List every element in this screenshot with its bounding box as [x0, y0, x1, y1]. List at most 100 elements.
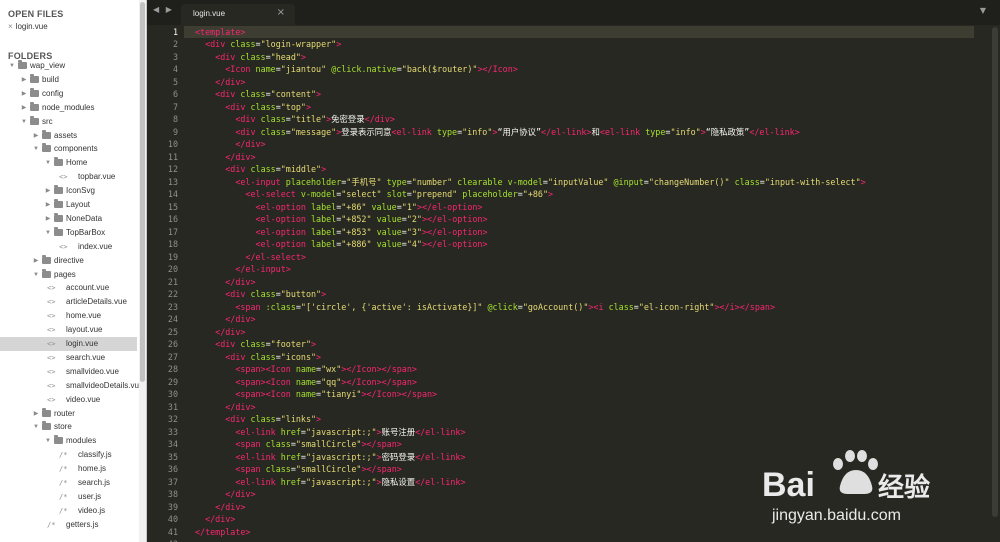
code-line[interactable]: </div>	[195, 513, 235, 526]
code-line[interactable]: </template>	[195, 526, 250, 539]
expanded-arrow-icon[interactable]: ▼	[32, 268, 40, 282]
code-line[interactable]: <el-option label="+853" value="3"></el-o…	[195, 226, 488, 239]
file-item-getters-js[interactable]: /* getters.js	[0, 518, 137, 532]
code-area[interactable]: <template> <div class="login-wrapper"> <…	[195, 25, 985, 542]
code-line[interactable]: </div>	[195, 138, 265, 151]
collapsed-arrow-icon[interactable]: ▶	[44, 198, 52, 212]
code-line[interactable]: <div class="links">	[195, 413, 321, 426]
collapsed-arrow-icon[interactable]: ▶	[20, 101, 28, 115]
file-item-articledetails-vue[interactable]: <> articleDetails.vue	[0, 295, 137, 309]
code-line[interactable]: <span class="smallCircle"></span>	[195, 463, 401, 476]
code-line[interactable]: </div>	[195, 151, 255, 164]
tab-dropdown-icon[interactable]: ▼	[980, 6, 986, 15]
code-line[interactable]: </div>	[195, 501, 245, 514]
file-item-home-vue[interactable]: <> home.vue	[0, 309, 137, 323]
code-line[interactable]: <el-link href="javascript:;">隐私设置</el-li…	[195, 476, 465, 489]
folder-item-router[interactable]: ▶ router	[0, 407, 137, 421]
folder-item-nonedata[interactable]: ▶ NoneData	[0, 212, 137, 226]
code-line[interactable]: <div class="login-wrapper">	[195, 38, 341, 51]
code-line[interactable]: <div class="title">免密登录</div>	[195, 113, 395, 126]
tab-nav-arrows[interactable]: ◀ ▶	[153, 5, 174, 14]
code-line[interactable]: </el-input>	[195, 263, 290, 276]
code-line[interactable]: <div class="message">登录表示同意<el-link type…	[195, 126, 799, 139]
collapsed-arrow-icon[interactable]: ▶	[32, 254, 40, 268]
folder-item-config[interactable]: ▶ config	[0, 87, 137, 101]
folder-item-node-modules[interactable]: ▶ node_modules	[0, 101, 137, 115]
code-line[interactable]: <span><Icon name="tianyi"></Icon></span>	[195, 388, 437, 401]
expanded-arrow-icon[interactable]: ▼	[32, 142, 40, 156]
expanded-arrow-icon[interactable]: ▼	[44, 156, 52, 170]
expanded-arrow-icon[interactable]: ▼	[44, 226, 52, 240]
code-line[interactable]: </div>	[195, 276, 255, 289]
expanded-arrow-icon[interactable]: ▼	[20, 115, 28, 129]
code-line[interactable]: <el-link href="javascript:;">账号注册</el-li…	[195, 426, 465, 439]
code-line[interactable]: <el-option label="+86" value="1"></el-op…	[195, 201, 483, 214]
collapsed-arrow-icon[interactable]: ▶	[20, 87, 28, 101]
collapsed-arrow-icon[interactable]: ▶	[32, 129, 40, 143]
file-item-video-js[interactable]: /* video.js	[0, 504, 137, 518]
tab-close-icon[interactable]: ×	[277, 7, 285, 18]
code-line[interactable]: </div>	[195, 76, 245, 89]
open-file-item[interactable]: × login.vue	[8, 22, 48, 31]
expanded-arrow-icon[interactable]: ▼	[8, 59, 16, 73]
code-line[interactable]: <div class="middle">	[195, 163, 326, 176]
code-line[interactable]: <el-select v-model="select" slot="prepen…	[195, 188, 553, 201]
tab-login-vue[interactable]: login.vue ×	[181, 4, 295, 25]
file-item-search-js[interactable]: /* search.js	[0, 476, 137, 490]
file-item-index-vue[interactable]: <> index.vue	[0, 240, 137, 254]
code-line[interactable]: <span class="smallCircle"></span>	[195, 438, 401, 451]
folder-item-src[interactable]: ▼ src	[0, 115, 137, 129]
code-line[interactable]: <span><Icon name="wx"></Icon></span>	[195, 363, 417, 376]
folder-item-iconsvg[interactable]: ▶ IconSvg	[0, 184, 137, 198]
file-item-layout-vue[interactable]: <> layout.vue	[0, 323, 137, 337]
folder-item-wap-view[interactable]: ▼ wap_view	[0, 59, 137, 73]
code-line[interactable]: </el-select>	[195, 251, 306, 264]
expanded-arrow-icon[interactable]: ▼	[32, 420, 40, 434]
code-line[interactable]: <div class="button">	[195, 288, 326, 301]
code-line[interactable]: <el-link href="javascript:;">密码登录</el-li…	[195, 451, 465, 464]
code-line[interactable]: <span :class="['circle', {'active': isAc…	[195, 301, 775, 314]
file-item-smallvideo-vue[interactable]: <> smallvideo.vue	[0, 365, 137, 379]
file-item-smallvideodetails-vue[interactable]: <> smallvideoDetails.vue	[0, 379, 143, 393]
file-item-search-vue[interactable]: <> search.vue	[0, 351, 137, 365]
code-line[interactable]: <span><Icon name="qq"></Icon></span>	[195, 376, 417, 389]
code-line[interactable]: <div class="content">	[195, 88, 321, 101]
code-line[interactable]: <el-option label="+886" value="4"></el-o…	[195, 238, 488, 251]
file-item-home-js[interactable]: /* home.js	[0, 462, 137, 476]
code-line[interactable]: </div>	[195, 326, 245, 339]
code-line[interactable]: <div class="head">	[195, 51, 306, 64]
expanded-arrow-icon[interactable]: ▼	[44, 434, 52, 448]
code-editor[interactable]: 1 2 3 4 5 6 7 8 9 10 11 12 13 14 15 16 17 18 19 20 21 22 23 24 2…	[147, 25, 1000, 542]
file-item-login-vue[interactable]: <> login.vue	[0, 337, 137, 351]
code-line[interactable]: <template>	[195, 26, 245, 39]
collapsed-arrow-icon[interactable]: ▶	[44, 184, 52, 198]
code-line[interactable]: </div>	[195, 313, 255, 326]
folder-item-components[interactable]: ▼ components	[0, 142, 137, 156]
collapsed-arrow-icon[interactable]: ▶	[20, 73, 28, 87]
code-line[interactable]: <div class="top">	[195, 101, 311, 114]
code-line[interactable]: </div>	[195, 488, 255, 501]
code-line[interactable]: <div class="icons">	[195, 351, 321, 364]
folder-item-modules[interactable]: ▼ modules	[0, 434, 137, 448]
code-line[interactable]: <el-option label="+852" value="2"></el-o…	[195, 213, 488, 226]
folder-item-pages[interactable]: ▼ pages	[0, 268, 137, 282]
editor-scroll-thumb[interactable]	[992, 27, 998, 517]
close-file-icon[interactable]: ×	[8, 22, 13, 31]
folder-item-build[interactable]: ▶ build	[0, 73, 137, 87]
code-line[interactable]: <el-input placeholder="手机号" type="number…	[195, 176, 865, 189]
code-line[interactable]: <div class="footer">	[195, 338, 316, 351]
file-item-user-js[interactable]: /* user.js	[0, 490, 137, 504]
code-line[interactable]: <Icon name="jiantou" @click.native="back…	[195, 63, 518, 76]
folder-item-layout[interactable]: ▶ Layout	[0, 198, 137, 212]
file-item-classify-js[interactable]: /* classify.js	[0, 448, 137, 462]
sidebar-scrollbar[interactable]	[139, 0, 146, 542]
code-line[interactable]: </div>	[195, 401, 255, 414]
collapsed-arrow-icon[interactable]: ▶	[32, 407, 40, 421]
folder-item-directive[interactable]: ▶ directive	[0, 254, 137, 268]
folder-item-home[interactable]: ▼ Home	[0, 156, 137, 170]
collapsed-arrow-icon[interactable]: ▶	[44, 212, 52, 226]
file-item-topbar-vue[interactable]: <> topbar.vue	[0, 170, 137, 184]
sidebar-scroll-thumb[interactable]	[140, 2, 145, 382]
file-item-account-vue[interactable]: <> account.vue	[0, 281, 137, 295]
editor-scrollbar[interactable]	[990, 25, 1000, 542]
